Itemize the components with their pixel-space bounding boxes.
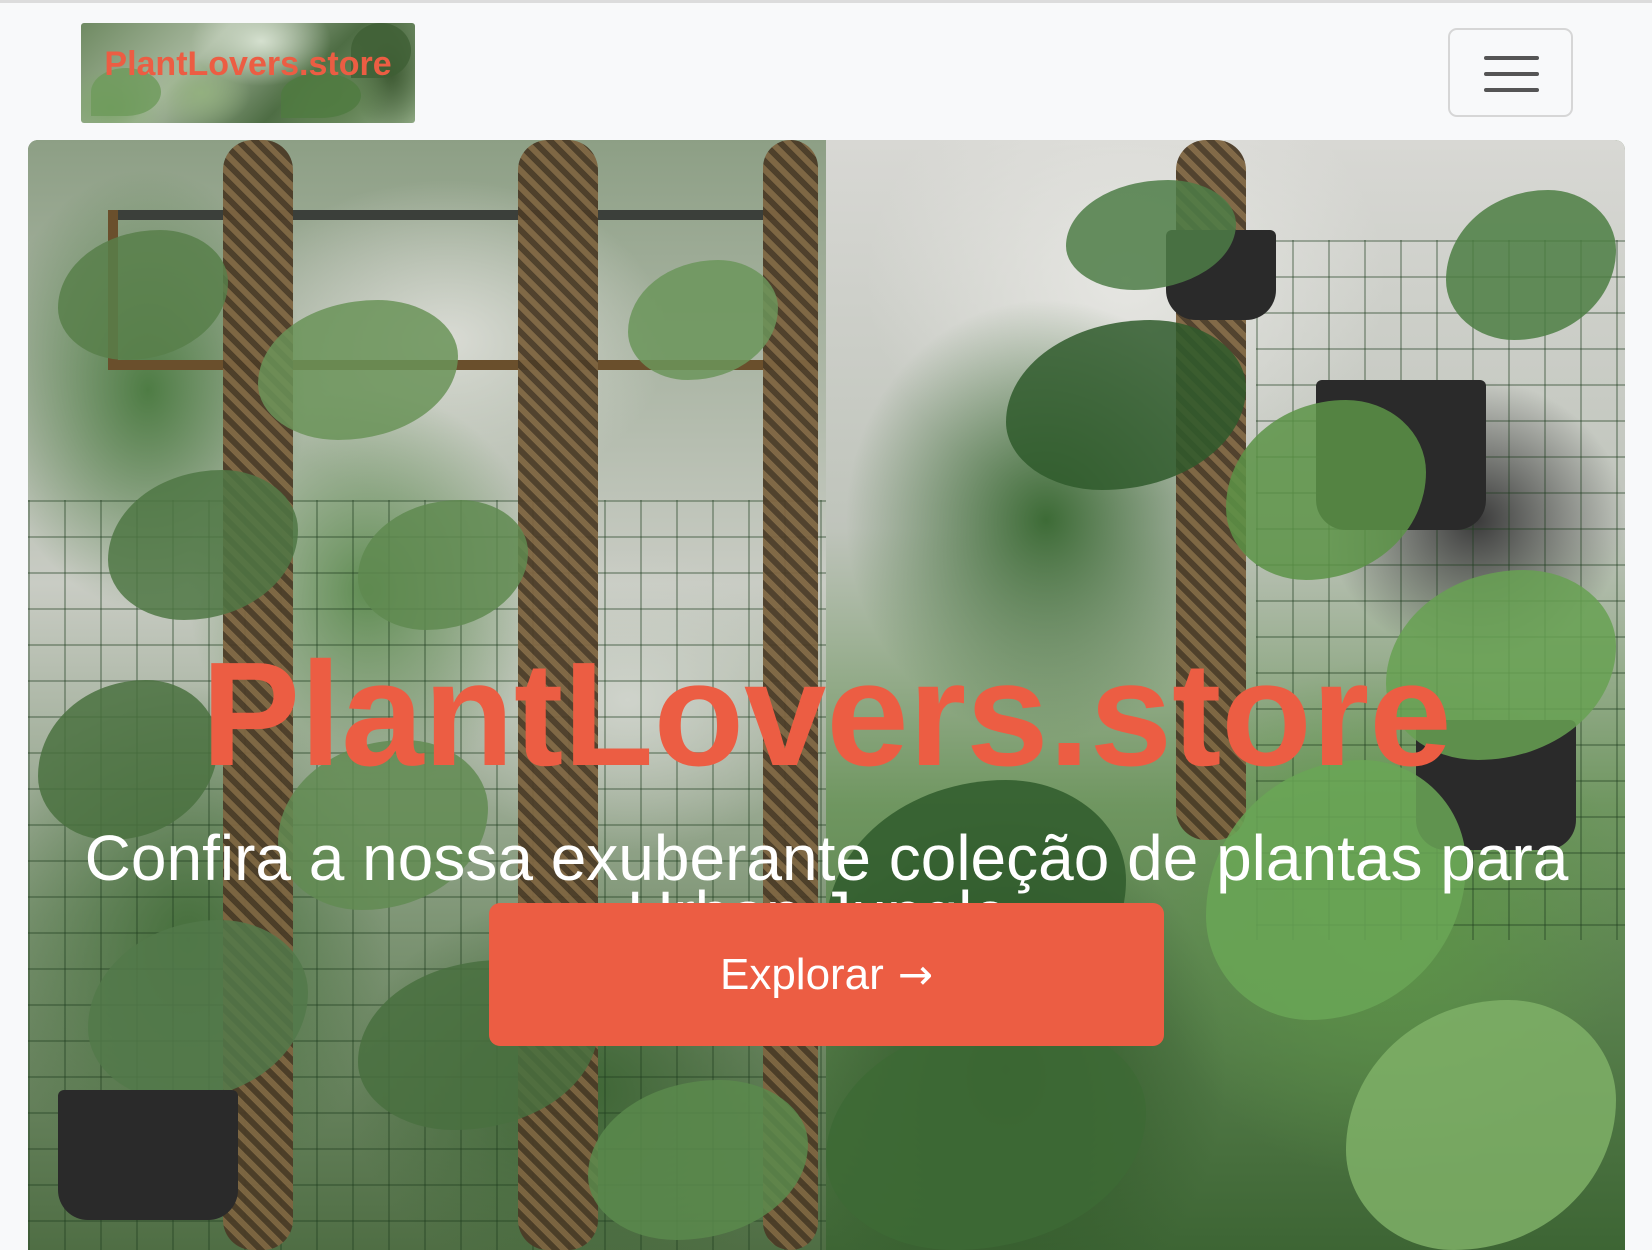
navbar-toggler-button[interactable] (1448, 28, 1573, 117)
hamburger-menu-icon (1484, 56, 1539, 60)
brand-logo[interactable]: PlantLovers.store (81, 23, 415, 123)
explore-button[interactable]: Explorar → (489, 903, 1164, 1046)
brand-text: PlantLovers.store (104, 45, 392, 83)
explore-button-label: Explorar (719, 949, 884, 999)
navbar: PlantLovers.store (0, 0, 1652, 138)
arrow-right-icon: → (897, 950, 934, 999)
hero-section: PlantLovers.store Confira a nossa exuber… (28, 140, 1625, 1250)
hero-title: PlantLovers.store (201, 632, 1452, 797)
